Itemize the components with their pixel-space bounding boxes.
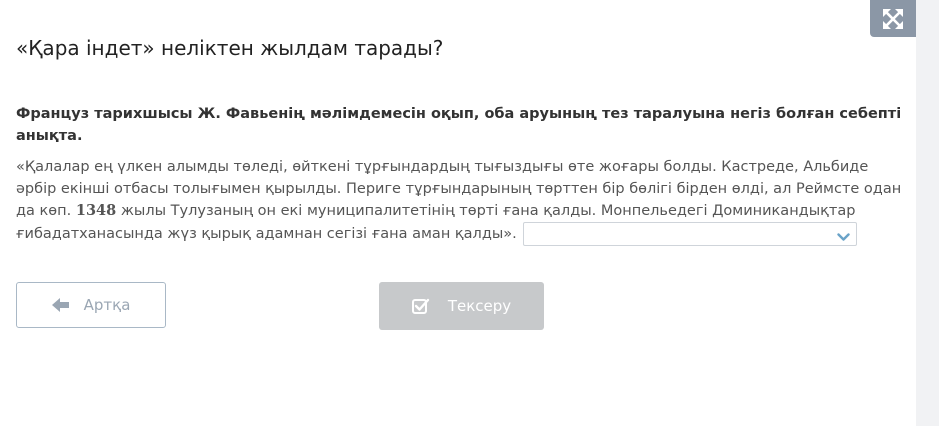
quote-year: 1348 — [75, 202, 117, 219]
answer-dropdown[interactable] — [523, 222, 858, 246]
task-instruction: Француз тарихшысы Ж. Фавьенің мәлімдемес… — [16, 106, 902, 144]
check-button[interactable]: Тексеру — [379, 282, 544, 330]
expand-arrows-icon — [882, 8, 904, 30]
page-title: «Қара індет» неліктен жылдам тарады? — [16, 36, 444, 60]
arrow-left-icon — [51, 298, 70, 312]
page: «Қара індет» неліктен жылдам тарады? Фра… — [0, 0, 939, 426]
task-quote: «Қалалар ең үлкен алымды төледі, өйткені… — [16, 156, 906, 246]
back-button-label: Артқа — [83, 296, 131, 314]
chevron-down-icon — [837, 228, 851, 241]
checkbox-icon — [411, 298, 430, 314]
check-button-label: Тексеру — [447, 297, 512, 315]
scrollbar-track[interactable] — [916, 0, 939, 426]
back-button[interactable]: Артқа — [16, 282, 166, 328]
fullscreen-button[interactable] — [870, 0, 916, 37]
